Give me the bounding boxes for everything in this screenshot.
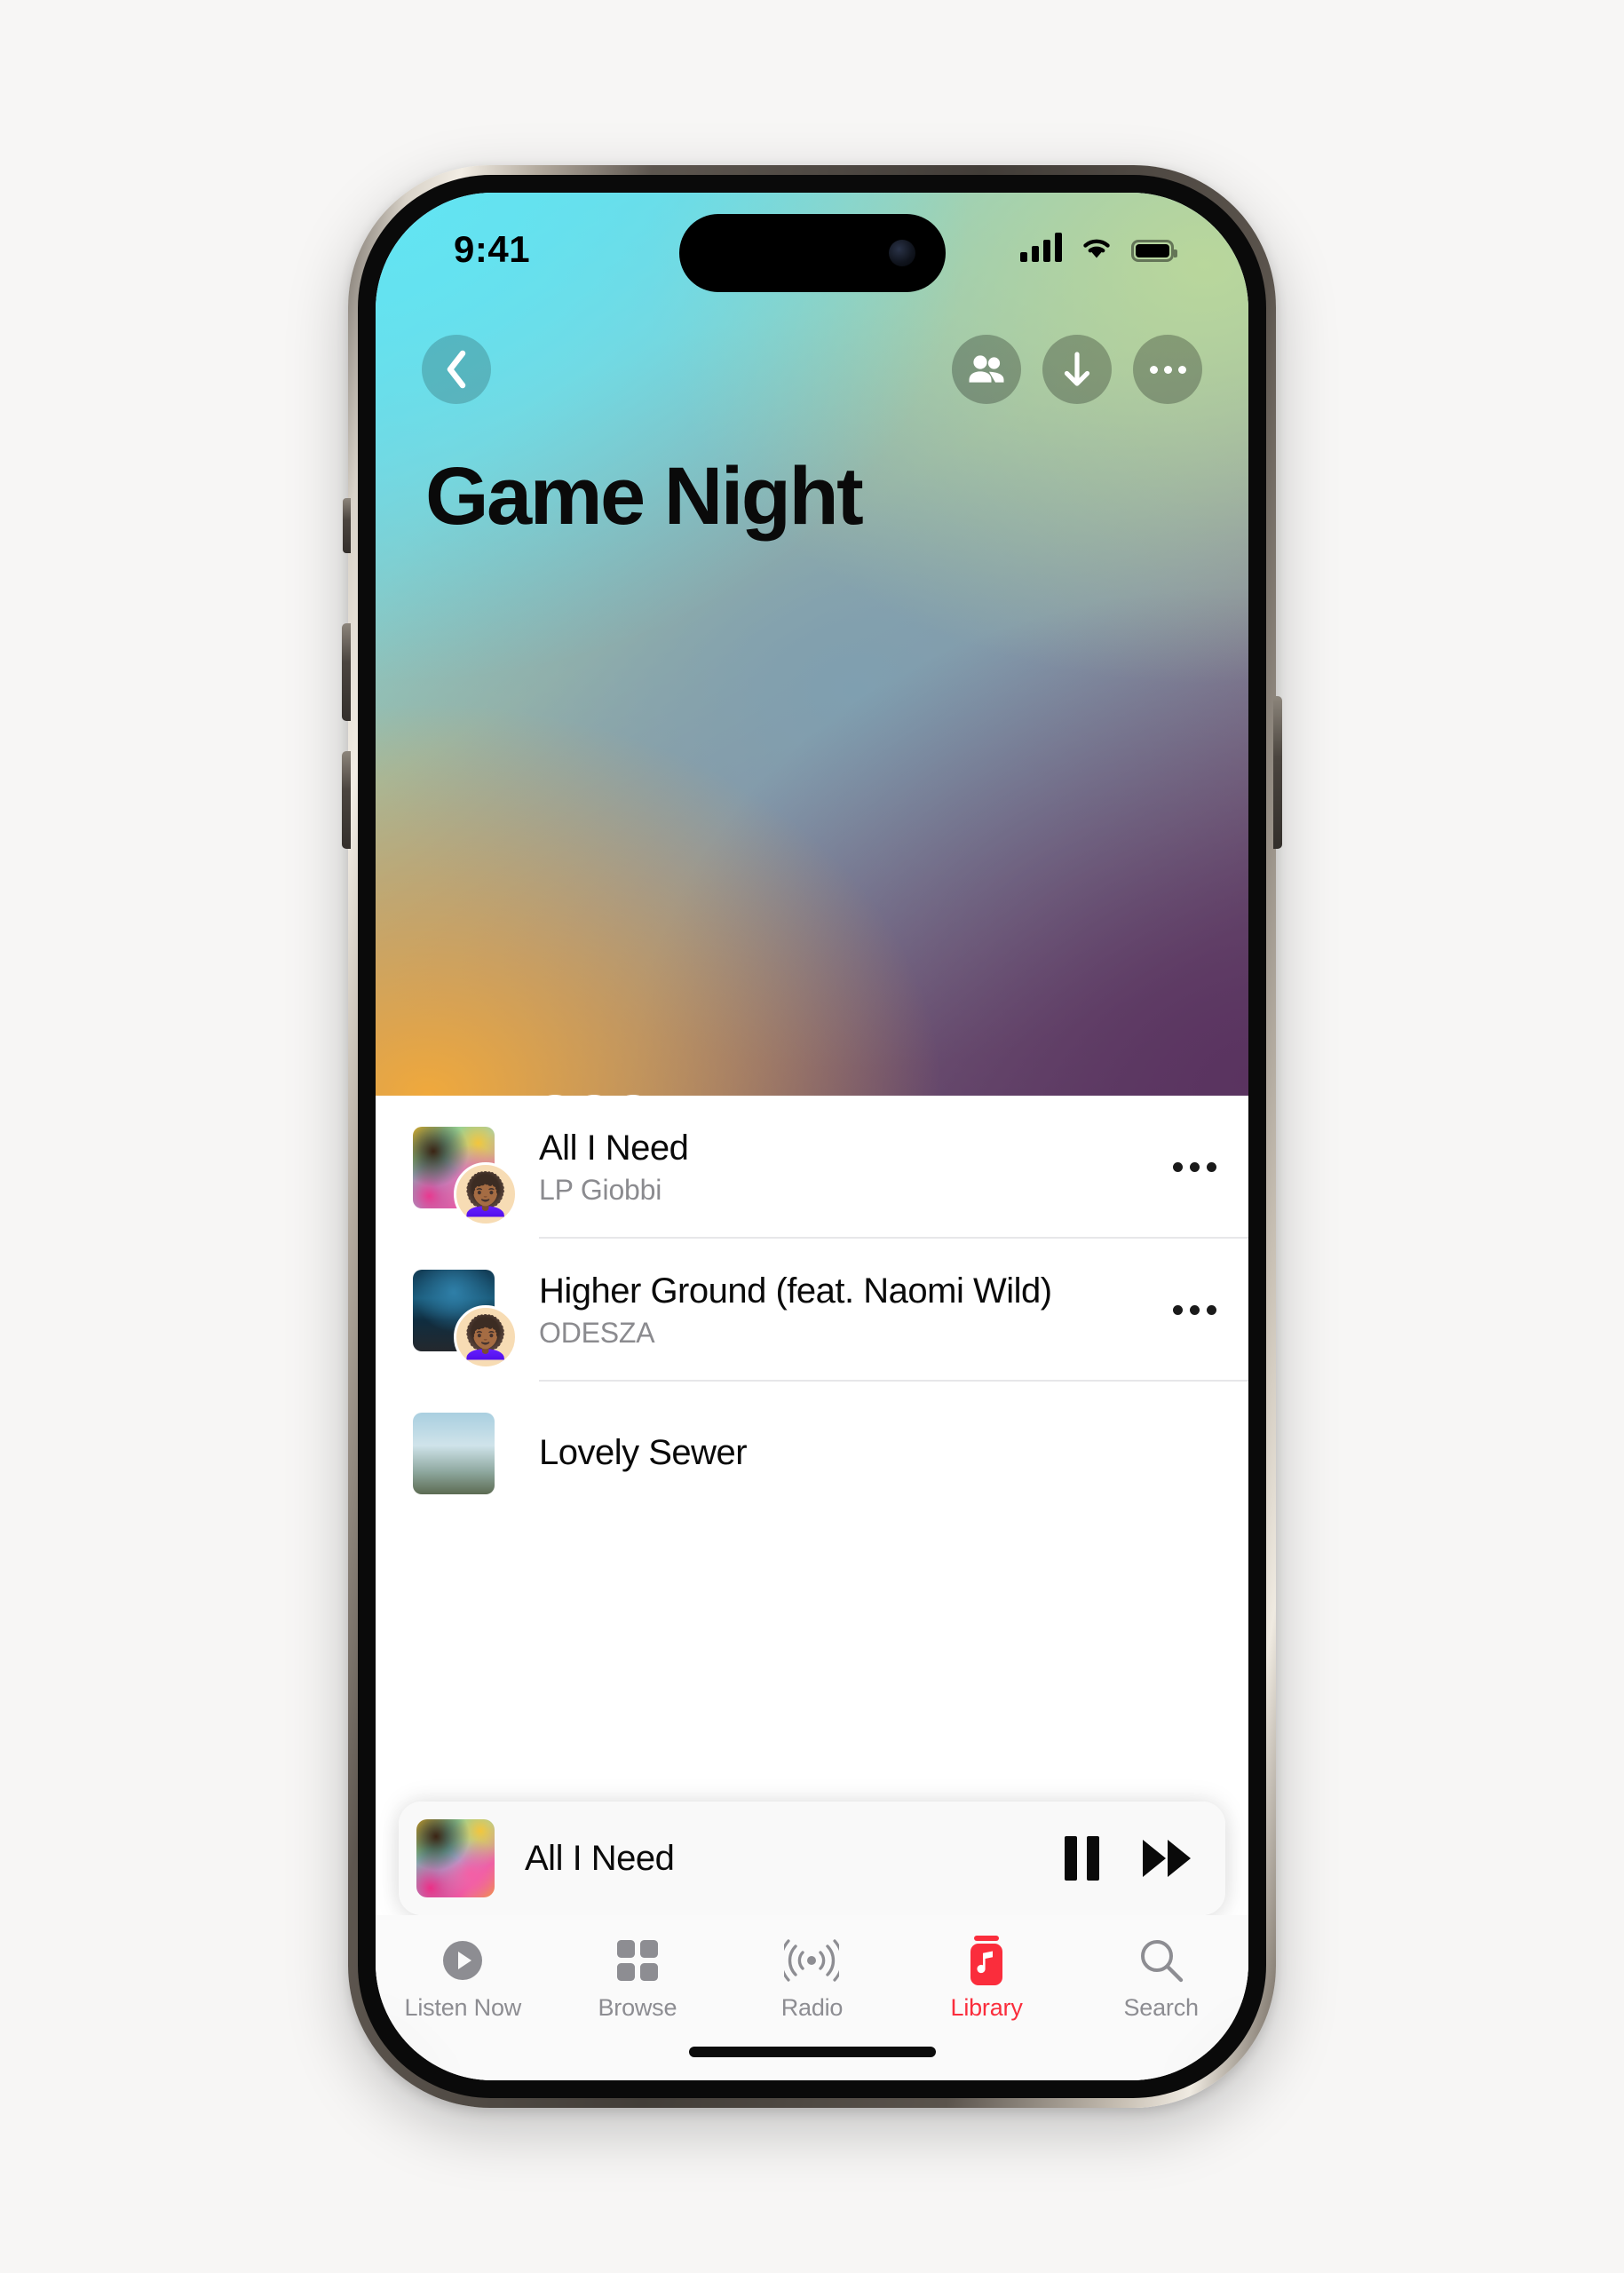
tab-label: Radio xyxy=(780,1994,844,2021)
artwork-wrap xyxy=(413,1412,495,1494)
playlist-artwork-header: 9:41 Game Night xyxy=(376,193,1248,1443)
table-row[interactable]: 👩🏾‍🦱 All I Need LP Giobbi xyxy=(376,1096,1248,1239)
tab-library[interactable]: Library xyxy=(899,1935,1074,2022)
tab-listen-now[interactable]: Listen Now xyxy=(376,1935,551,2022)
collaborate-button[interactable] xyxy=(952,335,1021,404)
mini-player[interactable]: All I Need xyxy=(399,1802,1225,1915)
song-text: All I Need LP Giobbi xyxy=(516,1129,1158,1207)
now-playing-title: All I Need xyxy=(525,1838,675,1878)
contributor-memoji-badge: 👩🏾‍🦱 xyxy=(454,1304,518,1369)
dynamic-island xyxy=(678,214,946,292)
silent-switch[interactable] xyxy=(343,498,351,553)
library-icon xyxy=(967,1935,1006,1986)
phone-frame: 9:41 xyxy=(342,165,1282,2108)
status-icons xyxy=(1020,232,1177,262)
song-artist: LP Giobbi xyxy=(539,1173,662,1206)
listen-now-icon xyxy=(440,1935,486,1986)
tab-label: Listen Now xyxy=(404,1994,522,2021)
volume-down-button[interactable] xyxy=(342,751,351,849)
home-indicator[interactable] xyxy=(688,2047,936,2057)
row-more-button[interactable] xyxy=(1158,1162,1216,1172)
artwork-wrap: 👩🏾‍🦱 xyxy=(413,1269,518,1369)
radio-waves-icon xyxy=(784,1935,840,1986)
phone-bezel: 9:41 xyxy=(358,175,1266,2098)
table-row[interactable]: Lovely Sewer xyxy=(376,1382,1248,1525)
song-text: Lovely Sewer xyxy=(516,1433,1216,1473)
pause-button[interactable] xyxy=(1065,1836,1099,1881)
song-artist: ODESZA xyxy=(539,1316,655,1349)
nav-right-group xyxy=(952,335,1202,404)
now-playing-artwork xyxy=(416,1819,495,1897)
tab-search[interactable]: Search xyxy=(1073,1935,1248,2022)
song-text: Higher Ground (feat. Naomi Wild) ODESZA xyxy=(516,1271,1158,1350)
ellipsis-icon xyxy=(1149,365,1186,374)
browse-grid-icon xyxy=(615,1935,660,1986)
volume-up-button[interactable] xyxy=(342,623,351,721)
tab-browse[interactable]: Browse xyxy=(551,1935,725,2022)
table-row[interactable]: 👩🏾‍🦱 Higher Ground (feat. Naomi Wild) OD… xyxy=(376,1239,1248,1382)
tab-radio[interactable]: Radio xyxy=(725,1935,899,2022)
arrow-down-icon xyxy=(1064,352,1090,386)
tab-label: Search xyxy=(1123,1994,1199,2021)
back-button[interactable] xyxy=(422,335,491,404)
page-title: Game Night xyxy=(425,451,864,542)
pause-icon xyxy=(1065,1836,1099,1881)
artwork-wrap: 👩🏾‍🦱 xyxy=(413,1126,518,1226)
fast-forward-button[interactable] xyxy=(1140,1836,1195,1881)
status-time: 9:41 xyxy=(454,228,531,270)
song-title: Higher Ground (feat. Naomi Wild) xyxy=(539,1271,1052,1311)
contributor-memoji-badge: 👩🏾‍🦱 xyxy=(454,1161,518,1226)
song-title: Lovely Sewer xyxy=(539,1433,748,1472)
front-camera-icon xyxy=(888,240,915,266)
tab-bar: Listen Now Browse Radio Library Search xyxy=(376,1915,1248,2080)
song-title: All I Need xyxy=(539,1128,689,1168)
search-magnifier-icon xyxy=(1138,1935,1184,1986)
row-more-button[interactable] xyxy=(1158,1305,1216,1315)
phone-screen: 9:41 xyxy=(376,193,1248,2080)
power-button[interactable] xyxy=(1273,696,1282,849)
fast-forward-icon xyxy=(1143,1840,1191,1877)
tab-label: Browse xyxy=(598,1994,677,2021)
navigation-bar xyxy=(376,335,1248,420)
more-options-button[interactable] xyxy=(1133,335,1202,404)
mini-player-controls xyxy=(1065,1836,1195,1881)
cellular-signal-icon xyxy=(1020,232,1062,262)
people-icon xyxy=(969,355,1004,383)
download-button[interactable] xyxy=(1042,335,1112,404)
battery-full-icon xyxy=(1131,240,1177,262)
wifi-icon xyxy=(1083,239,1110,258)
tab-label: Library xyxy=(950,1994,1023,2021)
album-art xyxy=(413,1412,495,1494)
chevron-left-icon xyxy=(447,350,466,389)
